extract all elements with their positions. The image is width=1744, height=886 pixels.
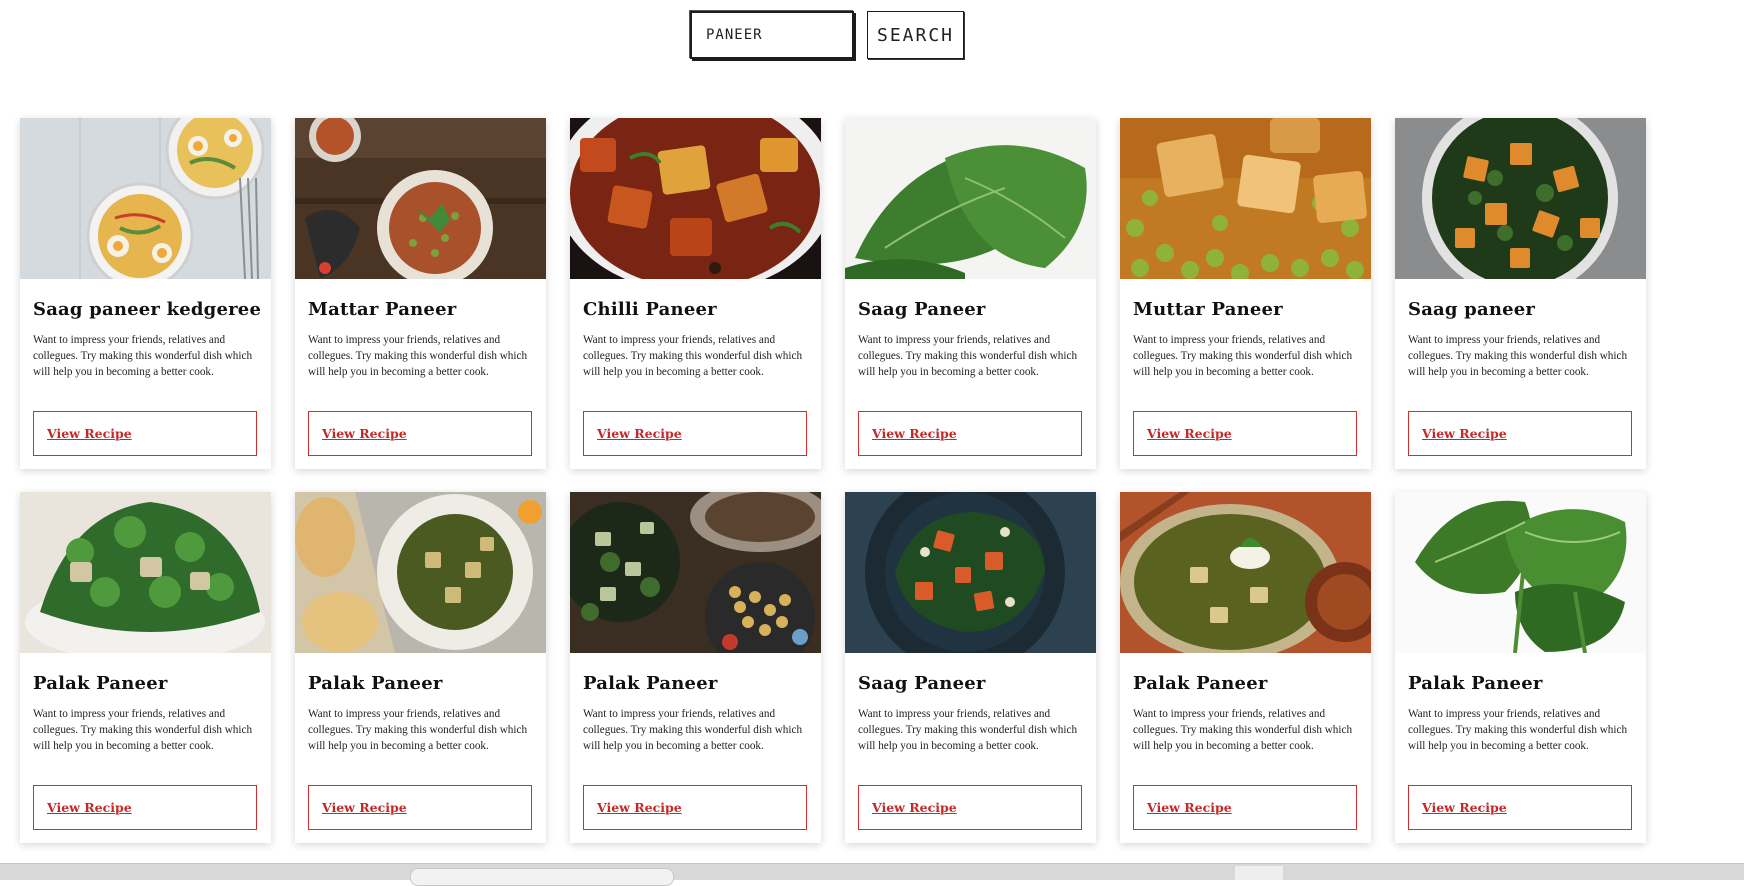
view-recipe-button[interactable]: View Recipe — [1133, 411, 1357, 456]
recipe-image — [20, 492, 271, 653]
recipe-image — [570, 118, 821, 279]
recipe-description: Want to impress your friends, relatives … — [1408, 708, 1628, 752]
view-recipe-link[interactable]: View Recipe — [872, 800, 957, 815]
recipe-description: Want to impress your friends, relatives … — [858, 334, 1078, 378]
view-recipe-button[interactable]: View Recipe — [583, 411, 807, 456]
view-recipe-button[interactable]: View Recipe — [858, 411, 1082, 456]
recipe-image — [20, 118, 271, 279]
recipe-image — [295, 492, 546, 653]
view-recipe-link[interactable]: View Recipe — [597, 426, 682, 441]
recipe-image — [1120, 118, 1371, 279]
recipe-image — [295, 118, 546, 279]
recipe-description: Want to impress your friends, relatives … — [583, 708, 803, 752]
recipe-card: Palak Paneer Want to impress your friend… — [1120, 492, 1371, 843]
view-recipe-link[interactable]: View Recipe — [47, 800, 132, 815]
view-recipe-button[interactable]: View Recipe — [1133, 785, 1357, 830]
view-recipe-button[interactable]: View Recipe — [308, 785, 532, 830]
search-input[interactable] — [690, 11, 854, 59]
recipe-title: Palak Paneer — [1133, 673, 1268, 694]
recipe-card: Saag Paneer Want to impress your friends… — [845, 492, 1096, 843]
recipe-title: Palak Paneer — [33, 673, 168, 694]
recipe-description: Want to impress your friends, relatives … — [1133, 334, 1353, 378]
view-recipe-button[interactable]: View Recipe — [1408, 411, 1632, 456]
recipe-description: Want to impress your friends, relatives … — [33, 708, 253, 752]
recipe-image — [1120, 492, 1371, 653]
view-recipe-link[interactable]: View Recipe — [322, 426, 407, 441]
taskbar-app-chip[interactable] — [1235, 866, 1283, 880]
view-recipe-link[interactable]: View Recipe — [1422, 800, 1507, 815]
recipe-title: Saag Paneer — [858, 299, 986, 320]
view-recipe-link[interactable]: View Recipe — [1147, 426, 1232, 441]
recipe-image — [845, 492, 1096, 653]
recipe-image — [1395, 118, 1646, 279]
recipe-title: Palak Paneer — [1408, 673, 1543, 694]
recipe-card: Palak Paneer Want to impress your friend… — [295, 492, 546, 843]
taskbar — [0, 863, 1744, 886]
taskbar-search-pill[interactable] — [410, 868, 674, 886]
view-recipe-link[interactable]: View Recipe — [322, 800, 407, 815]
recipe-card: Mattar Paneer Want to impress your frien… — [295, 118, 546, 469]
recipe-description: Want to impress your friends, relatives … — [1133, 708, 1353, 752]
search-bar: SEARCH — [690, 11, 964, 59]
recipe-card: Palak Paneer Want to impress your friend… — [570, 492, 821, 843]
view-recipe-button[interactable]: View Recipe — [308, 411, 532, 456]
recipe-card: Muttar Paneer Want to impress your frien… — [1120, 118, 1371, 469]
view-recipe-link[interactable]: View Recipe — [872, 426, 957, 441]
recipe-card: Saag paneer Want to impress your friends… — [1395, 118, 1646, 469]
recipe-description: Want to impress your friends, relatives … — [583, 334, 803, 378]
recipe-description: Want to impress your friends, relatives … — [308, 708, 528, 752]
view-recipe-button[interactable]: View Recipe — [858, 785, 1082, 830]
recipe-card: Saag Paneer Want to impress your friends… — [845, 118, 1096, 469]
recipe-image — [845, 118, 1096, 279]
view-recipe-link[interactable]: View Recipe — [597, 800, 682, 815]
recipe-title: Saag paneer — [1408, 299, 1536, 320]
recipe-grid: Saag paneer kedgeree Want to impress you… — [20, 118, 1646, 843]
view-recipe-link[interactable]: View Recipe — [1422, 426, 1507, 441]
recipe-title: Chilli Paneer — [583, 299, 717, 320]
recipe-card: Chilli Paneer Want to impress your frien… — [570, 118, 821, 469]
view-recipe-button[interactable]: View Recipe — [583, 785, 807, 830]
recipe-card: Palak Paneer Want to impress your friend… — [20, 492, 271, 843]
view-recipe-button[interactable]: View Recipe — [1408, 785, 1632, 830]
view-recipe-link[interactable]: View Recipe — [47, 426, 132, 441]
recipe-description: Want to impress your friends, relatives … — [1408, 334, 1628, 378]
recipe-description: Want to impress your friends, relatives … — [308, 334, 528, 378]
recipe-title: Saag paneer kedgeree — [33, 299, 262, 320]
recipe-image — [1395, 492, 1646, 653]
view-recipe-link[interactable]: View Recipe — [1147, 800, 1232, 815]
recipe-title: Palak Paneer — [583, 673, 718, 694]
recipe-title: Mattar Paneer — [308, 299, 457, 320]
recipe-title: Muttar Paneer — [1133, 299, 1283, 320]
recipe-card: Saag paneer kedgeree Want to impress you… — [20, 118, 271, 469]
search-button[interactable]: SEARCH — [867, 11, 964, 59]
recipe-image — [570, 492, 821, 653]
recipe-description: Want to impress your friends, relatives … — [858, 708, 1078, 752]
recipe-description: Want to impress your friends, relatives … — [33, 334, 253, 378]
recipe-title: Palak Paneer — [308, 673, 443, 694]
recipe-title: Saag Paneer — [858, 673, 986, 694]
view-recipe-button[interactable]: View Recipe — [33, 411, 257, 456]
view-recipe-button[interactable]: View Recipe — [33, 785, 257, 830]
recipe-card: Palak Paneer Want to impress your friend… — [1395, 492, 1646, 843]
